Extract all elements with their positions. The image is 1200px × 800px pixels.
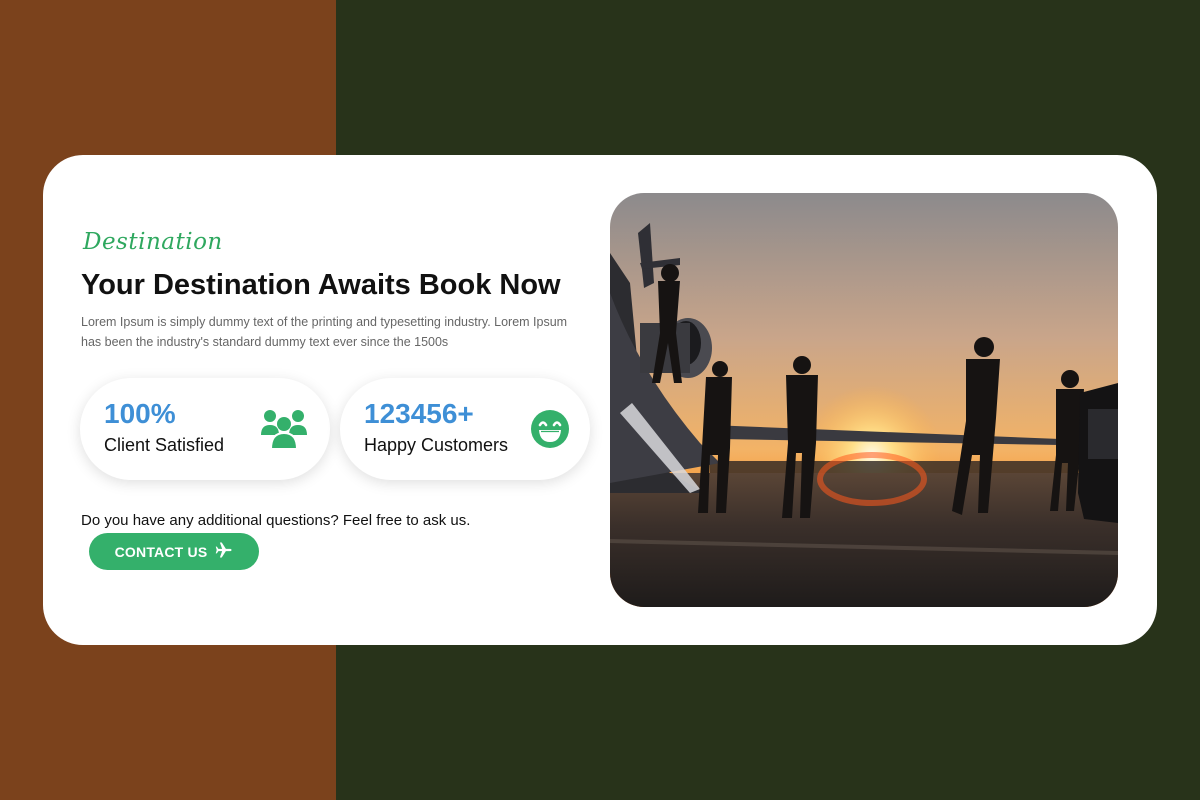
description-text: Lorem Ipsum is simply dummy text of the … xyxy=(81,315,568,349)
users-group-icon xyxy=(260,408,308,450)
questions-prompt: Do you have any additional questions? Fe… xyxy=(81,512,471,529)
airplane-icon xyxy=(215,541,233,562)
stat-card-clients: 100% Client Satisfied xyxy=(80,378,330,480)
travel-sunset-photo xyxy=(610,193,1118,607)
contact-us-label: CONTACT US xyxy=(114,543,208,560)
stat-label: Happy Customers xyxy=(364,435,509,455)
stat-card-customers: 123456+ Happy Customers xyxy=(340,378,590,480)
contact-us-button[interactable]: CONTACT US xyxy=(89,533,259,570)
stat-value: 123456+ xyxy=(364,398,474,429)
destination-card: Destination Your Destination Awaits Book… xyxy=(43,155,1157,645)
stat-label: Client Satisfied xyxy=(104,435,225,455)
section-tagline: Destination xyxy=(83,229,223,255)
laughing-face-icon xyxy=(530,409,570,449)
page-title: Your Destination Awaits Book Now xyxy=(81,269,561,301)
stat-value: 100% xyxy=(104,398,176,429)
